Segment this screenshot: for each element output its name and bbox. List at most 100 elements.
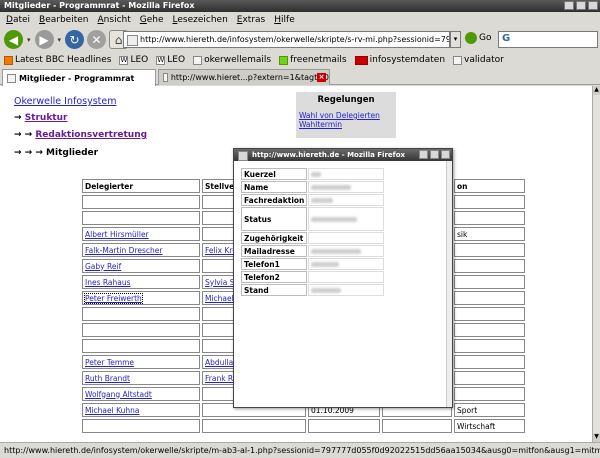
cell-text: Wirtschaft [457,421,496,431]
breadcrumb-current: Mitglieder [46,148,99,158]
close-tab-icon[interactable]: × [317,73,326,82]
bookmark-label: LEO [130,55,149,65]
menu-extras[interactable]: Extras [237,15,265,25]
table-cell: Peter Temme [82,355,200,369]
detail-value-redacted [308,271,385,283]
tab-bar: Mitglieder - Programmrat http://www.hier… [0,68,600,86]
table-cell: Ruth Brandt [82,371,200,385]
bookmark-label: validator [464,55,504,65]
menu-hilfe[interactable]: Hilfe [274,15,295,25]
close-window-button[interactable] [588,1,598,10]
page-scrollbar[interactable]: ▲ ▼ [592,86,600,442]
detail-label: Telefon2 [241,271,308,283]
detail-label: Fachredaktion [241,194,308,206]
menu-gehe[interactable]: Gehe [140,15,164,25]
table-cell: Gaby Reif [82,259,200,273]
popup-close-button[interactable] [441,150,450,159]
site-title-link[interactable]: Okerwelle Infosystem [14,96,116,107]
search-input[interactable]: G [498,31,598,48]
back-arrow-icon[interactable]: ◀ [4,30,23,49]
deputy-link[interactable]: Frank R. [205,374,235,383]
bookmark-label: freenetmails [290,55,347,65]
bookmark-leo-1[interactable]: W LEO [119,55,148,65]
breadcrumb-link[interactable]: Struktur [25,113,68,123]
bookmark-label: Latest BBC Headlines [15,55,112,65]
detail-row: Kuerzel [241,168,385,180]
detail-value-redacted [308,245,385,257]
popup-scrollbar[interactable] [446,161,452,407]
bookmark-leo-2[interactable]: W LEO [156,55,185,65]
table-cell: Falk-Martin Drescher [82,243,200,257]
go-button[interactable]: Go [465,32,491,44]
redacted-text [311,185,352,190]
detail-value-redacted [308,232,385,244]
delegate-link[interactable]: Falk-Martin Drescher [85,246,162,255]
page-icon [453,55,463,65]
delegate-link[interactable]: Wolfgang Altstadt [85,390,152,399]
page-icon [163,73,168,82]
tab-mitglieder[interactable]: Mitglieder - Programmrat [2,69,156,86]
minimize-button[interactable] [564,1,574,10]
detail-label: Name [241,181,308,193]
stop-icon[interactable]: ✕ [87,30,107,49]
scroll-down-icon[interactable]: ▼ [593,433,600,442]
detail-value-redacted [308,181,385,193]
menu-lesezeichen[interactable]: Lesezeichen [173,15,228,25]
menu-ansicht[interactable]: Ansicht [98,15,131,25]
table-cell [82,339,200,353]
delegate-link[interactable]: Peter Temme [85,358,134,367]
table-cell [454,323,525,337]
breadcrumb-arrows: → → → [14,148,43,158]
navigation-toolbar: ◀ ▾ ▶ ▾ ↻ ✕ ⌂ http://www.hiereth.de/info… [0,27,600,52]
bookmark-infosystemdaten[interactable]: infosystemdaten [354,55,446,65]
reload-icon[interactable]: ↻ [65,30,85,49]
detail-row: Fachredaktion [241,194,385,206]
bookmark-okerwellemails[interactable]: okerwellemails [193,55,271,65]
wahltermin-link[interactable]: Wahltermin [299,120,393,129]
forward-dropdown-icon[interactable]: ▾ [58,36,62,44]
forward-arrow-icon[interactable]: ▶ [34,30,54,49]
bookmark-freenetmails[interactable]: freenetmails [279,55,347,65]
wahl-delegierten-link[interactable]: Wahl von Delegierten [299,111,393,120]
table-cell: Ines Rahaus [82,275,200,289]
bookmark-validator[interactable]: validator [453,55,504,65]
delegate-link[interactable]: Ines Rahaus [85,278,131,287]
table-cell: Wirtschaft [454,419,525,433]
window-titlebar: Mitglieder - Programmrat - Mozilla Firef… [0,0,600,12]
table-cell [82,195,200,209]
detail-row: Stand [241,284,385,296]
breadcrumb-struktur: → Struktur [14,113,67,123]
page-icon [193,55,203,65]
leo-icon: W [156,55,166,65]
detail-label: Zugehörigkeit [241,232,308,244]
delegate-link[interactable]: Michael Kuhna [85,406,140,415]
table-cell [82,211,200,225]
bookmark-label: infosystemdaten [369,55,446,65]
popup-minimize-button[interactable] [419,150,428,159]
back-dropdown-icon[interactable]: ▾ [27,36,31,44]
popup-maximize-button[interactable] [430,150,439,159]
scroll-up-icon[interactable]: ▲ [593,86,600,95]
tab-hiereth[interactable]: http://www.hieret...p?extern=1&tagt=0 × [158,69,330,85]
table-cell: Albert Hirsmüller [82,227,200,241]
menu-bearbeiten[interactable]: Bearbeiten [39,15,88,25]
delegate-link[interactable]: Albert Hirsmüller [85,230,149,239]
bookmark-bbc[interactable]: Latest BBC Headlines [4,55,111,65]
table-cell [82,419,200,433]
table-cell: Wolfgang Altstadt [82,387,200,401]
delegate-link[interactable]: Gaby Reif [85,262,121,271]
url-history-dropdown[interactable]: ▾ [450,31,461,48]
table-cell [454,275,525,289]
detail-row: Zugehörigkeit [241,232,385,244]
detail-label: Telefon1 [241,258,308,270]
delegate-link[interactable]: Ruth Brandt [85,374,130,383]
maximize-button[interactable] [576,1,586,10]
table-cell [382,419,452,433]
delegate-link[interactable]: Peter Freiwerth [84,292,143,304]
detail-row: Mailadresse [241,245,385,257]
table-cell: Sport [454,403,525,417]
breadcrumb-link[interactable]: Redaktionsvertretung [35,130,147,140]
url-input[interactable]: http://www.hiereth.de/infosystem/okerwel… [123,31,450,48]
menu-datei[interactable]: Datei [6,15,30,25]
bookmarks-toolbar: Latest BBC Headlines W LEO W LEO okerwel… [0,52,600,68]
